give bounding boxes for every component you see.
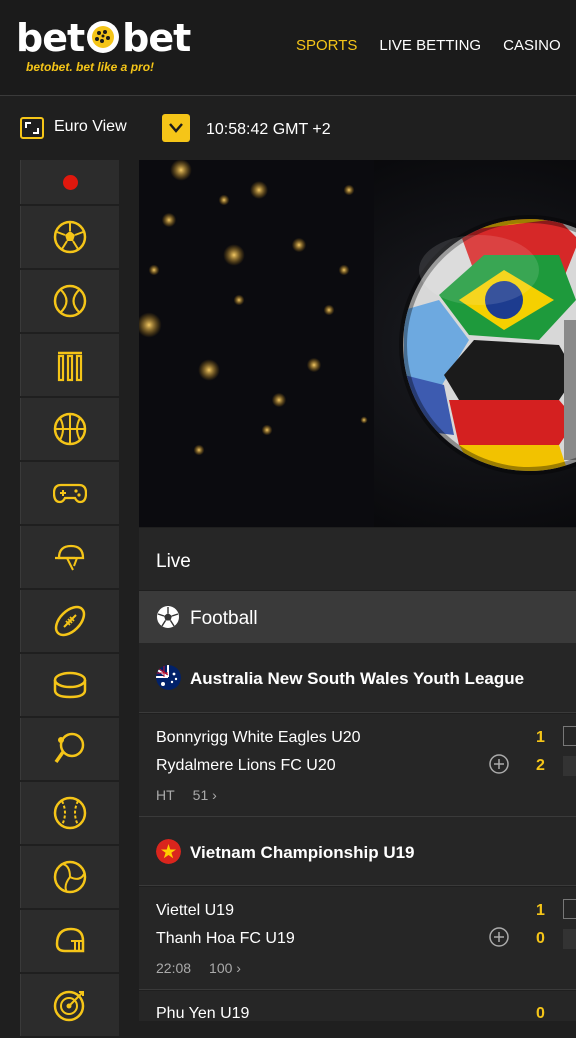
volleyball-icon	[53, 860, 87, 894]
home-team: Phu Yen U19	[156, 1005, 250, 1022]
view-dropdown-button[interactable]	[162, 114, 190, 142]
euro-view-label[interactable]: Euro View	[54, 118, 127, 136]
sport-title: Football	[190, 608, 258, 629]
baseball-icon	[53, 796, 87, 830]
add-market-icon[interactable]	[489, 754, 509, 774]
jockey-helmet-icon	[55, 544, 85, 571]
logo-text-right: bet	[122, 16, 191, 60]
stats-icon[interactable]	[563, 726, 576, 746]
banner-image	[139, 160, 576, 527]
sidebar-item-basketball[interactable]	[20, 398, 119, 460]
stats-icon[interactable]	[563, 899, 576, 919]
sidebar-item-football[interactable]	[20, 206, 119, 268]
logo-ball-icon	[87, 21, 120, 53]
live-dot-icon	[63, 175, 78, 190]
sport-header-football[interactable]: Football	[139, 591, 576, 643]
tagline: betobet. bet like a pro!	[26, 60, 155, 74]
sidebar-item-esports[interactable]	[20, 462, 119, 524]
sport-sidebar	[20, 160, 119, 1038]
live-title: Live	[156, 551, 191, 572]
away-team: Thanh Hoa FC U19	[156, 930, 295, 947]
nav-casino[interactable]: CASINO	[503, 37, 561, 54]
soccer-ball-icon	[157, 606, 179, 628]
sidebar-item-volleyball[interactable]	[20, 846, 119, 908]
home-score: 1	[536, 902, 545, 919]
sidebar-item-ice-hockey[interactable]	[20, 654, 119, 716]
tennis-icon	[53, 284, 87, 318]
table-tennis-icon	[54, 732, 85, 764]
football-helmet-icon	[55, 927, 85, 953]
match-row[interactable]: Phu Yen U19 0	[139, 991, 576, 1022]
markets-count: 100	[209, 960, 233, 976]
away-score: 0	[536, 930, 545, 947]
away-score: 2	[536, 757, 545, 774]
sidebar-item-horse-racing[interactable]	[20, 526, 119, 588]
darts-icon	[53, 990, 85, 1022]
nav-live-betting[interactable]: LIVE BETTING	[379, 37, 481, 54]
logo-text-left: bet	[16, 16, 85, 60]
match-status: HT	[156, 787, 175, 803]
site-logo[interactable]: bet bet	[16, 16, 191, 60]
site-header: bet bet betobet. bet like a pro! SPORTS L…	[0, 0, 576, 96]
match-row[interactable]: Viettel U19 Thanh Hoa FC U19 1 0 22:08 10…	[139, 887, 576, 990]
chevron-down-icon	[169, 123, 183, 133]
chevron-right-icon: ›	[236, 960, 241, 976]
chevron-right-icon: ›	[212, 787, 217, 803]
vietnam-flag-icon	[156, 839, 181, 864]
sidebar-item-table-tennis[interactable]	[20, 718, 119, 780]
home-score: 1	[536, 729, 545, 746]
sidebar-item-baseball[interactable]	[20, 782, 119, 844]
clock-display: 10:58:42 GMT +2	[206, 121, 331, 138]
nav-sports[interactable]: SPORTS	[296, 37, 357, 54]
add-market-icon[interactable]	[489, 927, 509, 947]
home-team: Bonnyrigg White Eagles U20	[156, 729, 361, 746]
australia-flag-icon	[156, 665, 181, 690]
match-status: 22:08	[156, 960, 192, 976]
sidebar-item-live[interactable]	[20, 160, 119, 204]
sidebar-item-american-football[interactable]	[20, 910, 119, 972]
markets-count: 51	[192, 787, 209, 803]
sidebar-item-tennis[interactable]	[20, 270, 119, 332]
sidebar-item-darts[interactable]	[20, 974, 119, 1036]
odds-cell[interactable]	[563, 929, 576, 949]
sidebar-item-cricket[interactable]	[20, 334, 119, 396]
away-team: Rydalmere Lions FC U20	[156, 757, 336, 774]
match-meta[interactable]: HT 51 ›	[156, 787, 217, 803]
home-team: Viettel U19	[156, 902, 234, 919]
match-meta[interactable]: 22:08 100 ›	[156, 960, 241, 976]
hockey-puck-icon	[53, 671, 87, 699]
basketball-icon	[53, 412, 87, 446]
gamepad-icon	[53, 483, 87, 504]
league-header-vietnam[interactable]: Vietnam Championship U19	[139, 817, 576, 886]
home-score: 0	[536, 1005, 545, 1022]
odds-cell[interactable]	[563, 756, 576, 776]
sidebar-item-rugby[interactable]	[20, 590, 119, 652]
match-row[interactable]: Bonnyrigg White Eagles U20 Rydalmere Lio…	[139, 714, 576, 817]
euro-view-icon[interactable]	[20, 117, 44, 139]
league-header-australia[interactable]: Australia New South Wales Youth League	[139, 643, 576, 713]
live-section-header: Live	[139, 528, 576, 590]
cricket-icon	[57, 351, 83, 382]
league-name: Australia New South Wales Youth League	[190, 669, 525, 688]
rugby-ball-icon	[54, 605, 86, 637]
top-nav: SPORTS LIVE BETTING CASINO LI	[296, 37, 576, 54]
promo-banner[interactable]	[139, 160, 576, 527]
football-icon	[53, 220, 87, 254]
league-name: Vietnam Championship U19	[190, 843, 415, 862]
